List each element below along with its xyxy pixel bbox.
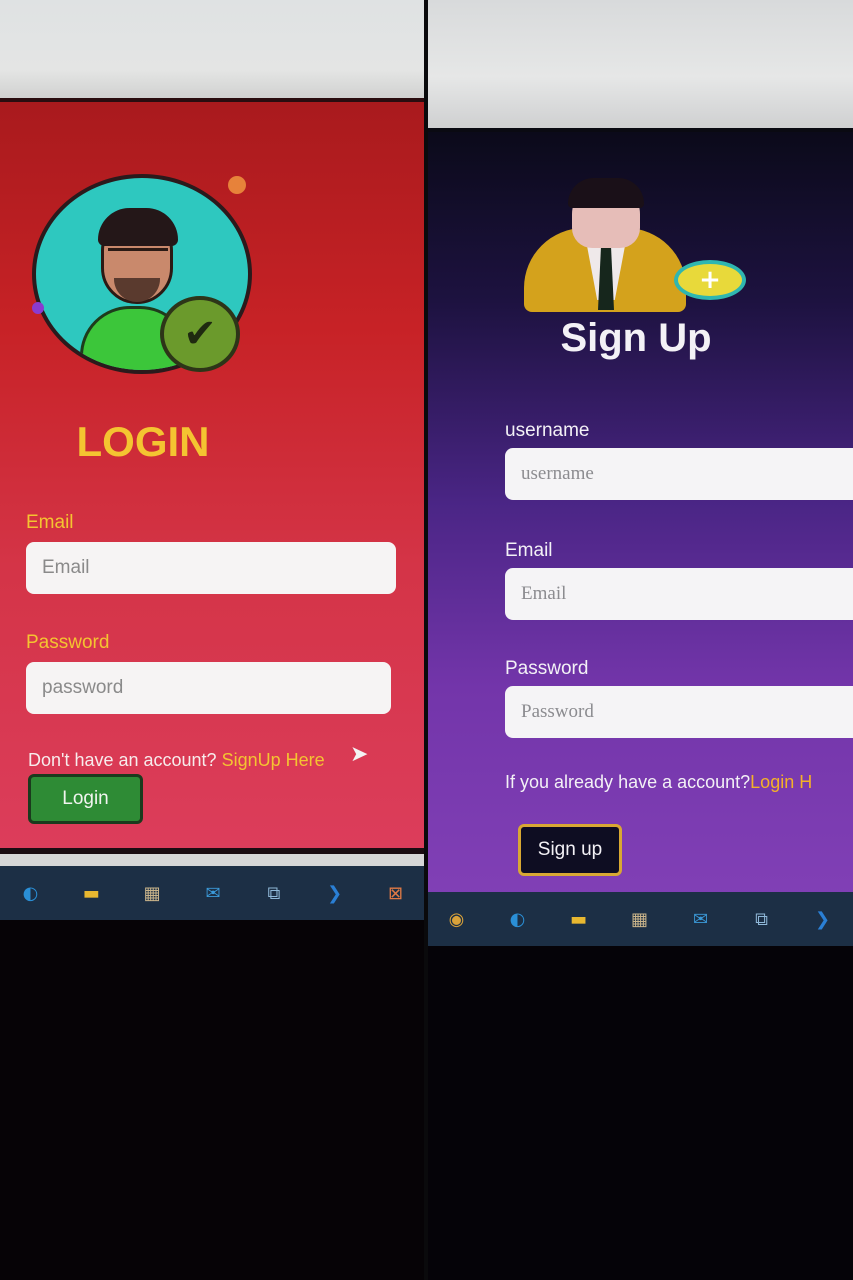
chrome-icon[interactable]: ◉ — [442, 904, 471, 934]
sparkle-decoration — [228, 176, 246, 194]
vscode-icon[interactable]: ❯ — [320, 878, 349, 908]
signup-screen: + Sign Up username Email Password If you… — [426, 128, 853, 903]
signup-prompt-text: Don't have an account? — [28, 750, 222, 770]
add-user-plus-icon: + — [674, 260, 746, 300]
signup-prompt: Don't have an account? SignUp Here — [28, 750, 325, 771]
mouse-cursor-icon: ➤ — [350, 742, 369, 767]
email-label: Email — [26, 512, 74, 533]
edge-icon[interactable]: ◐ — [503, 904, 532, 934]
avatar-glasses — [108, 248, 168, 260]
monitor-glare — [426, 0, 853, 128]
taskbar: ◐ ▬ ▦ ✉ ⧉ ❯ ⊠ — [0, 866, 426, 920]
email-input[interactable] — [26, 542, 396, 594]
signup-photo: + Sign Up username Email Password If you… — [426, 0, 853, 1280]
store-icon[interactable]: ▦ — [625, 904, 654, 934]
password-input[interactable] — [26, 662, 391, 714]
mail-icon[interactable]: ✉ — [199, 878, 228, 908]
illustration-hair — [568, 178, 644, 208]
password-input[interactable] — [505, 686, 853, 738]
store-icon[interactable]: ▦ — [138, 878, 167, 908]
login-link[interactable]: Login H — [750, 772, 812, 792]
login-photo: ✔ LOGIN Email Password Don't have an acc… — [0, 0, 426, 1280]
photo-seam — [424, 0, 428, 1280]
xampp-icon[interactable]: ⊠ — [381, 878, 410, 908]
login-title: LOGIN — [76, 418, 210, 465]
avatar-hair — [98, 208, 178, 246]
signup-link[interactable]: SignUp Here — [222, 750, 325, 770]
username-input[interactable] — [505, 448, 853, 500]
file-explorer-icon[interactable]: ▬ — [77, 878, 106, 908]
sparkle-decoration — [32, 302, 44, 314]
email-input[interactable] — [505, 568, 853, 620]
vscode-icon[interactable]: ❯ — [808, 904, 837, 934]
monitor-glare — [0, 0, 426, 100]
signup-title: Sign Up — [560, 316, 712, 360]
python-icon[interactable]: ⧉ — [747, 904, 776, 934]
taskbar: ◉ ◐ ▬ ▦ ✉ ⧉ ❯ — [426, 892, 853, 946]
login-screen: ✔ LOGIN Email Password Don't have an acc… — [0, 98, 426, 850]
mail-icon[interactable]: ✉ — [686, 904, 715, 934]
password-label: Password — [26, 632, 110, 653]
email-label: Email — [505, 540, 553, 561]
signup-button[interactable]: Sign up — [518, 824, 622, 876]
login-button[interactable]: Login — [28, 774, 143, 824]
edge-icon[interactable]: ◐ — [16, 878, 45, 908]
python-icon[interactable]: ⧉ — [259, 878, 288, 908]
file-explorer-icon[interactable]: ▬ — [564, 904, 593, 934]
login-prompt-text: If you already have a account? — [505, 772, 751, 792]
password-label: Password — [505, 658, 589, 679]
username-label: username — [505, 420, 590, 441]
business-user-illustration: + — [524, 178, 754, 314]
login-prompt: If you already have a account?Login H — [505, 772, 812, 793]
check-icon: ✔ — [160, 296, 240, 372]
